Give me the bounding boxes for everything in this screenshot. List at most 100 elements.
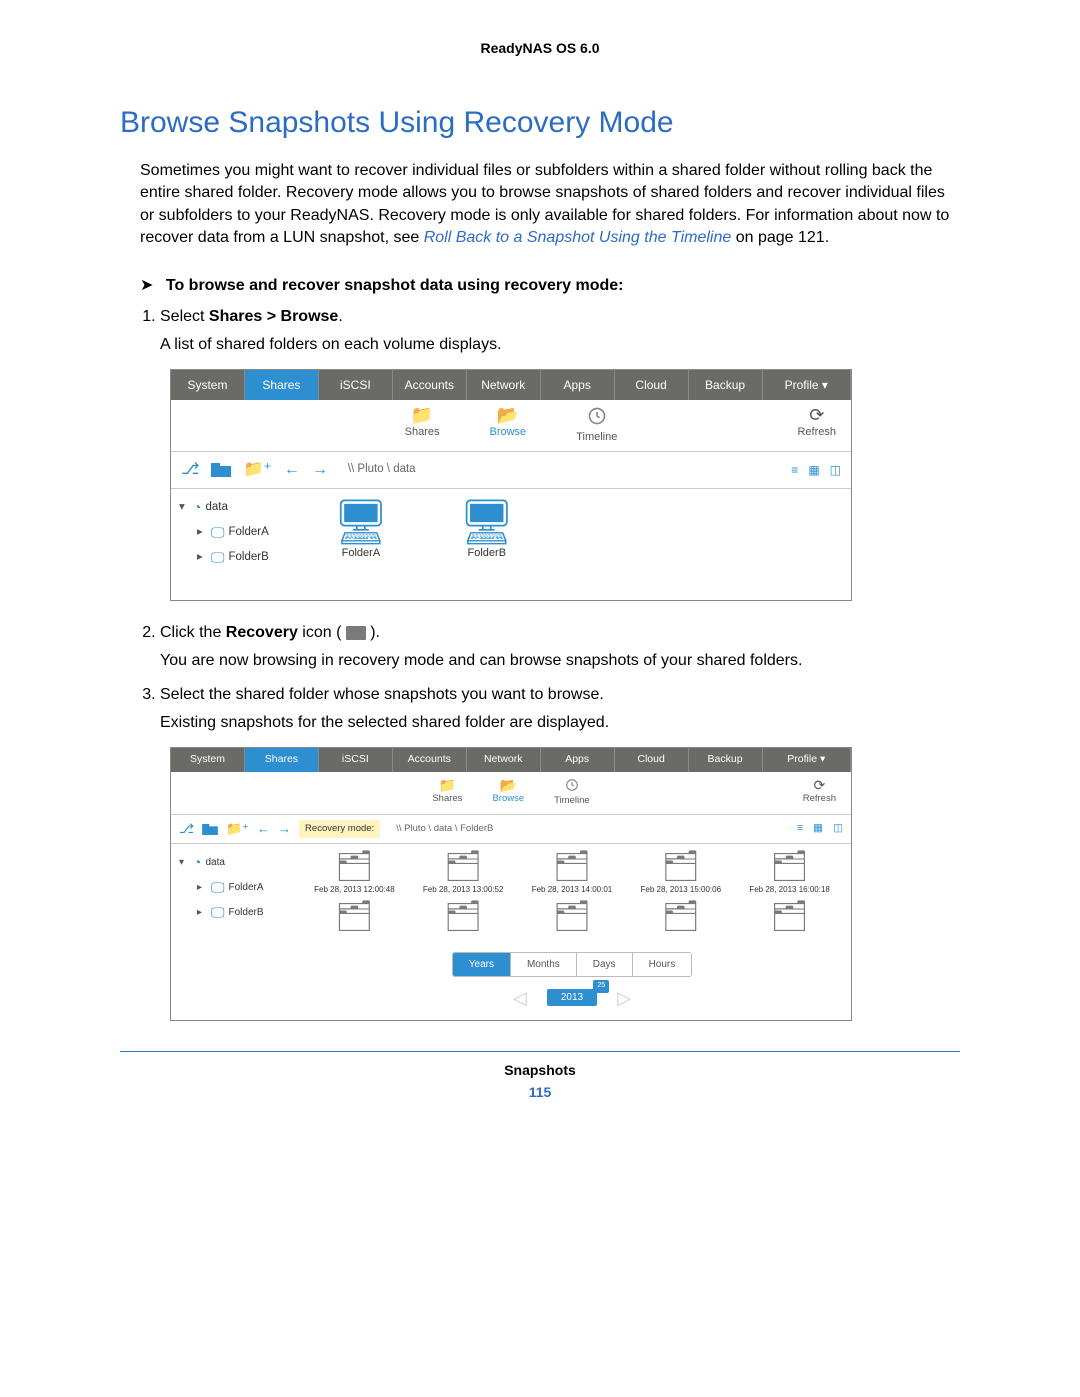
snapshot-item[interactable]: 🗂Feb 28, 2013 13:00:52	[413, 852, 513, 896]
share-folder-icon: 🖥	[459, 501, 515, 545]
share-icon: 🖵	[211, 877, 225, 898]
footer-section: Snapshots	[120, 1062, 960, 1078]
tab-shares[interactable]: Shares	[245, 370, 319, 400]
tab-accounts[interactable]: Accounts	[393, 748, 467, 772]
recovery-inline-icon	[346, 626, 366, 640]
timeline-tab-months[interactable]: Months	[511, 953, 577, 976]
task-heading-text: To browse and recover snapshot data usin…	[166, 277, 624, 294]
snapshot-folder-icon: 🗂	[553, 852, 591, 882]
snapshot-folder-icon: 🗂	[444, 852, 482, 882]
breadcrumb-path: \\ Pluto \ data	[348, 461, 416, 478]
snapshot-item[interactable]: 🗂Feb 28, 2013 16:00:18	[740, 852, 840, 896]
tree-root[interactable]: ▾ ◔ data	[179, 850, 289, 875]
back-arrow-icon[interactable]: ←	[284, 458, 300, 482]
recovery-icon[interactable]	[202, 819, 218, 839]
tab-accounts[interactable]: Accounts	[393, 370, 467, 400]
view-list-icon[interactable]: ≡	[791, 461, 798, 479]
tree-toggle-icon[interactable]: ⎇	[181, 458, 199, 482]
view-grid-icon[interactable]: ▦	[813, 821, 823, 837]
refresh-icon: ⟳	[797, 406, 836, 424]
snapshot-item[interactable]: 🗂Feb 28, 2013 14:00:01	[522, 852, 622, 896]
view-large-icon[interactable]: ◫	[833, 821, 843, 837]
tree-folderb[interactable]: ▸ 🖵 FolderB	[197, 900, 289, 925]
step3: Select the shared folder whose snapshots…	[160, 686, 604, 703]
step3-sub: Existing snapshots for the selected shar…	[160, 711, 960, 735]
share-icon: 🖵	[211, 902, 225, 923]
tab-shares[interactable]: Shares	[245, 748, 319, 772]
forward-arrow-icon[interactable]: →	[278, 819, 291, 839]
view-list-icon[interactable]: ≡	[797, 821, 803, 837]
folder-item-a[interactable]: 🖥 FolderA	[333, 501, 389, 580]
volume-icon: ◔	[193, 497, 201, 518]
refresh-button[interactable]: ⟳ Refresh	[797, 406, 836, 441]
clock-icon	[576, 406, 617, 429]
doc-header: ReadyNAS OS 6.0	[120, 40, 960, 56]
view-large-icon[interactable]: ◫	[830, 461, 841, 479]
snapshot-folder-icon: 🗂	[553, 902, 591, 932]
recovery-icon[interactable]	[211, 458, 231, 482]
breadcrumb-path: \\ Pluto \ data \ FolderB	[396, 822, 493, 836]
snapshot-item[interactable]: 🗂Feb 28, 2013 15:00:06	[631, 852, 731, 896]
tree-foldera[interactable]: ▸ 🖵 FolderA	[197, 520, 309, 545]
folder-item-b[interactable]: 🖥 FolderB	[459, 501, 515, 580]
tab-row: System Shares iSCSI Accounts Network App…	[171, 370, 851, 400]
timeline-tab-years[interactable]: Years	[453, 953, 511, 976]
timeline-tab-hours[interactable]: Hours	[633, 953, 692, 976]
intro-link[interactable]: Roll Back to a Snapshot Using the Timeli…	[424, 229, 732, 246]
tab-backup[interactable]: Backup	[689, 370, 763, 400]
timeline-year[interactable]: 25 2013	[547, 990, 597, 1006]
page-title: Browse Snapshots Using Recovery Mode	[120, 106, 960, 140]
tab-apps[interactable]: Apps	[541, 748, 615, 772]
snapshot-folder-icon: 🗂	[662, 902, 700, 932]
volume-icon: ◔	[193, 852, 201, 873]
footer-rule	[120, 1051, 960, 1052]
tree-toggle-icon[interactable]: ⎇	[179, 819, 194, 839]
snapshot-folder-icon: 🗂	[771, 852, 809, 882]
snapshot-item[interactable]: 🗂	[304, 902, 404, 934]
snapshot-item[interactable]: 🗂	[740, 902, 840, 934]
footer-page-number: 115	[120, 1084, 960, 1100]
snapshot-folder-icon: 🗂	[662, 852, 700, 882]
refresh-button[interactable]: ⟳ Refresh	[803, 778, 836, 806]
tree-foldera[interactable]: ▸ 🖵 FolderA	[197, 875, 289, 900]
new-folder-icon[interactable]: 📁⁺	[226, 819, 249, 839]
step2-sub: You are now browsing in recovery mode an…	[160, 649, 960, 673]
timeline-next-icon[interactable]: ▷	[617, 985, 631, 1012]
browse-icon: 📂	[492, 778, 524, 792]
tab-iscsi[interactable]: iSCSI	[319, 748, 393, 772]
tab-backup[interactable]: Backup	[689, 748, 763, 772]
tab-network[interactable]: Network	[467, 370, 541, 400]
tab-profile[interactable]: Profile ▾	[763, 748, 852, 772]
view-grid-icon[interactable]: ▦	[808, 461, 819, 479]
tab-network[interactable]: Network	[467, 748, 541, 772]
arrow-icon: ➤	[140, 275, 153, 295]
snapshot-item[interactable]: 🗂	[522, 902, 622, 934]
tab-cloud[interactable]: Cloud	[615, 748, 689, 772]
subnav-shares[interactable]: 📁 Shares	[405, 406, 440, 446]
tab-apps[interactable]: Apps	[541, 370, 615, 400]
task-heading: ➤ To browse and recover snapshot data us…	[140, 275, 960, 295]
back-arrow-icon[interactable]: ←	[257, 819, 270, 839]
new-folder-icon[interactable]: 📁⁺	[243, 458, 271, 482]
tab-system[interactable]: System	[171, 748, 245, 772]
subnav-browse[interactable]: 📂 Browse	[490, 406, 527, 446]
timeline-tab-days[interactable]: Days	[577, 953, 633, 976]
timeline-scale-tabs: Years Months Days Hours	[452, 952, 693, 977]
tab-system[interactable]: System	[171, 370, 245, 400]
tab-profile[interactable]: Profile ▾	[763, 370, 852, 400]
tab-iscsi[interactable]: iSCSI	[319, 370, 393, 400]
subnav-timeline[interactable]: Timeline	[554, 778, 590, 808]
subnav-shares[interactable]: 📁 Shares	[432, 778, 462, 808]
forward-arrow-icon[interactable]: →	[312, 458, 328, 482]
timeline-prev-icon[interactable]: ◁	[513, 985, 527, 1012]
snapshot-grid: 🗂Feb 28, 2013 12:00:48 🗂Feb 28, 2013 13:…	[303, 852, 841, 934]
tab-cloud[interactable]: Cloud	[615, 370, 689, 400]
tree-folderb[interactable]: ▸ 🖵 FolderB	[197, 545, 309, 570]
tree-root[interactable]: ▾ ◔ data	[179, 495, 309, 520]
subnav-timeline[interactable]: Timeline	[576, 406, 617, 446]
snapshot-item[interactable]: 🗂	[413, 902, 513, 934]
snapshot-item[interactable]: 🗂	[631, 902, 731, 934]
snapshot-item[interactable]: 🗂Feb 28, 2013 12:00:48	[304, 852, 404, 896]
subnav-browse[interactable]: 📂 Browse	[492, 778, 524, 808]
screenshot-browse: System Shares iSCSI Accounts Network App…	[170, 369, 852, 602]
